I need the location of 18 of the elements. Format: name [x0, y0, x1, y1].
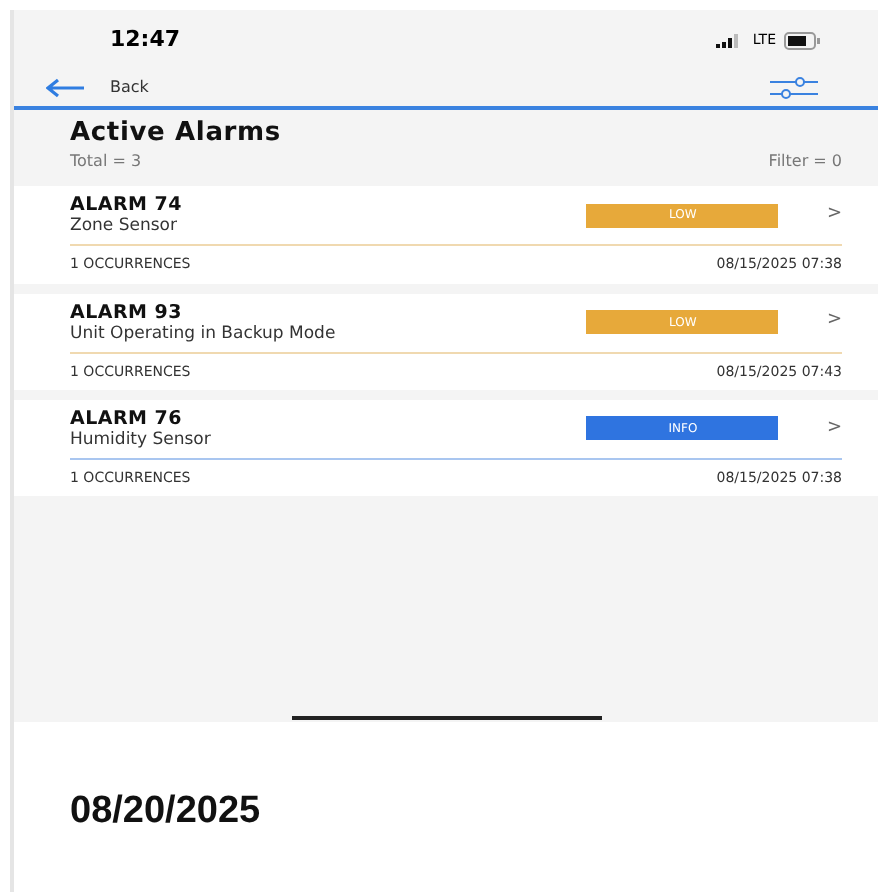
chevron[interactable]: > [826, 201, 842, 229]
back-arrow-icon [46, 78, 86, 98]
back-button[interactable]: Back [46, 76, 149, 100]
chevron[interactable]: > [826, 308, 842, 336]
alarm-description: Zone Sensor [70, 218, 179, 237]
chevron[interactable]: > [826, 415, 842, 443]
status-time: 12:47 [110, 23, 181, 56]
battery-icon [784, 31, 822, 49]
total-count: Total = 3 [70, 150, 142, 175]
alarm-name: ALARM 93 [70, 301, 184, 325]
filter-count: Filter = 0 [768, 150, 842, 175]
alarm-name: ALARM 76 [70, 408, 184, 431]
page-title: Active Alarms [70, 118, 283, 151]
alarm-name: ALARM 74 [70, 194, 184, 217]
alarm-description: Humidity Sensor [70, 431, 213, 450]
alarm-description: Unit Operating in Backup Mode [70, 325, 338, 343]
filter-sliders-icon[interactable] [770, 76, 818, 100]
date-caption: 08/20/2025 [70, 788, 263, 836]
